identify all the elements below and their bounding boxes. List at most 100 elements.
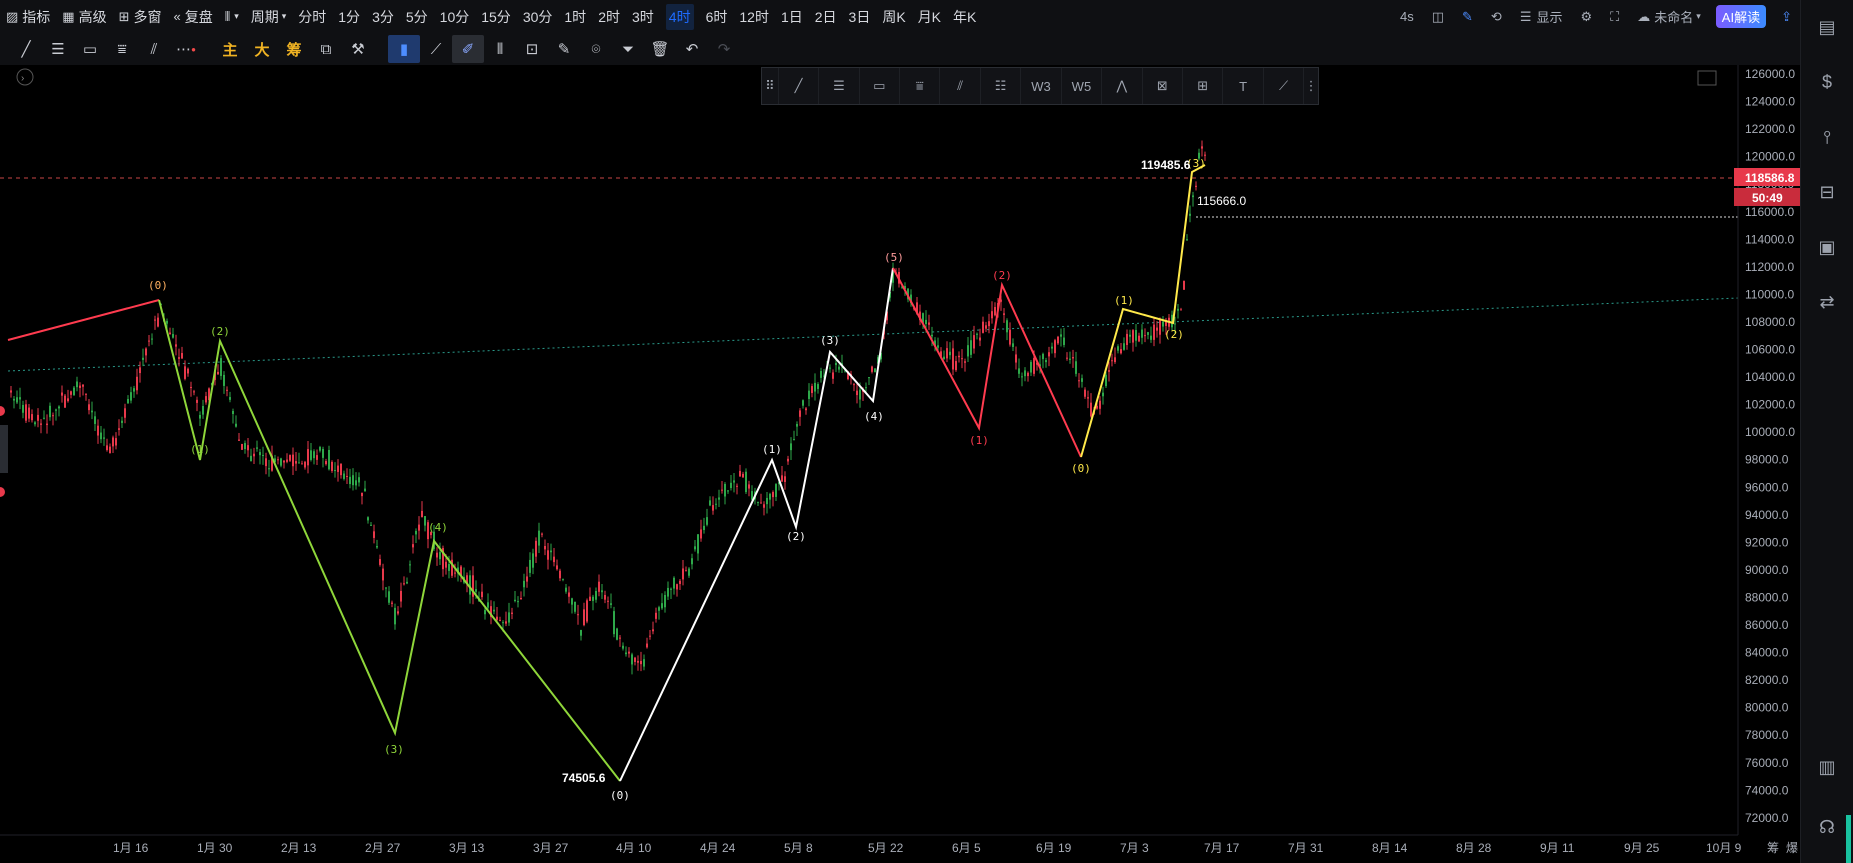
period-12[interactable]: 12时 (733, 0, 775, 33)
period-6[interactable]: 30分 (517, 0, 559, 33)
wave-label[interactable]: (5) (884, 251, 904, 264)
indicators-button[interactable]: ▨ 指标 (0, 0, 56, 33)
undo-icon[interactable]: ↶ (676, 35, 708, 63)
wave-label[interactable]: (2) (992, 269, 1012, 282)
multi-window-button[interactable]: ⊞ 多窗 (113, 0, 168, 33)
monitor-chart-icon[interactable]: ⊟ (1801, 165, 1853, 220)
collapse-toggle-icon[interactable] (16, 68, 34, 86)
redo-icon[interactable]: ↷ (708, 35, 740, 63)
trend-line-teal[interactable] (7, 297, 1739, 372)
transfer-icon[interactable]: ⇄ (1801, 275, 1853, 330)
white-wave-line[interactable] (619, 267, 894, 782)
share-icon[interactable]: ⇪ (1772, 0, 1801, 33)
pen-icon[interactable]: ✎ (1453, 0, 1482, 33)
trash-icon[interactable]: 🗑 (644, 35, 676, 63)
trend-chart-icon[interactable]: ⫯ (1801, 110, 1853, 165)
left-collapse-handle[interactable] (0, 425, 8, 473)
period-18[interactable]: 年K (947, 0, 982, 33)
chip-distribution-icon[interactable]: ⧉ (310, 35, 342, 63)
candle-body (1204, 154, 1206, 156)
green-wave-line[interactable] (158, 299, 621, 782)
dollar-note-icon[interactable]: $ (1801, 55, 1853, 110)
time-axis[interactable]: 1月 16 1月 30 2月 13 2月 27 3月 13 3月 27 4月 10 4月 24… (113, 841, 1742, 855)
price-chart[interactable]: (0) (1) (2) (3) (4) (0) (1) (2) (3) (4) (5) (1) (2) (… (0, 65, 1800, 863)
wave-label[interactable]: (1) (190, 443, 210, 456)
main-force-button[interactable]: 主 (214, 35, 246, 63)
filter-icon[interactable]: ⏷ (612, 35, 644, 63)
period-11[interactable]: 6时 (700, 0, 734, 33)
sync-icon[interactable]: ⟲ (1482, 0, 1511, 33)
period-8[interactable]: 2时 (592, 0, 626, 33)
fullscreen-icon[interactable]: ⛶ (1601, 0, 1628, 33)
period-15[interactable]: 3日 (843, 0, 877, 33)
candle-body (991, 311, 993, 319)
chip-text[interactable]: 筹 (1767, 841, 1779, 855)
wave-label[interactable]: (2) (786, 530, 806, 543)
wave-label[interactable]: (2) (210, 325, 230, 338)
note-edit-icon[interactable]: ✎ (548, 35, 580, 63)
replay-button[interactable]: «复盘 (168, 0, 219, 33)
bookmark-icon[interactable]: ▮ (388, 35, 420, 63)
big-order-button[interactable]: 大 (246, 35, 278, 63)
wallet-icon[interactable]: ▣ (1801, 220, 1853, 275)
period-14[interactable]: 2日 (809, 0, 843, 33)
period-3[interactable]: 5分 (400, 0, 434, 33)
period-16[interactable]: 周K (876, 0, 911, 33)
period-4[interactable]: 10分 (434, 0, 476, 33)
period-0[interactable]: 分时 (292, 0, 332, 33)
channel-tool-icon[interactable]: ⫽ (138, 35, 170, 63)
candle-body (232, 410, 234, 414)
fib-tool-icon[interactable]: ⩸ (106, 35, 138, 63)
settings-gear-icon[interactable]: ⚙ (1571, 0, 1601, 33)
period-1[interactable]: 1分 (332, 0, 366, 33)
wave-label[interactable]: (3) (384, 743, 404, 756)
compare-icon[interactable]: ⫴ (484, 35, 516, 63)
period-17[interactable]: 月K (912, 0, 947, 33)
period-10[interactable]: 4时 (660, 0, 700, 33)
period-13[interactable]: 1日 (775, 0, 809, 33)
period-2[interactable]: 3分 (366, 0, 400, 33)
magnet-icon[interactable]: ⌾ (580, 35, 612, 63)
red-wave-line[interactable] (892, 267, 1082, 458)
period-menu-button[interactable]: 周期 ▾ (245, 0, 293, 33)
chip-button[interactable]: 筹 (278, 35, 310, 63)
advanced-button[interactable]: ▦ 高级 (56, 0, 112, 33)
scroll-indicator[interactable] (1846, 815, 1851, 863)
lock-icon[interactable]: ⊡ (516, 35, 548, 63)
candle-body (1147, 332, 1149, 335)
horizontal-lines-icon[interactable]: ☰ (42, 35, 74, 63)
period-7[interactable]: 1时 (558, 0, 592, 33)
wave-label[interactable]: (0) (610, 789, 630, 802)
more-tools-icon[interactable]: ⋯ ● (170, 35, 202, 63)
wave-label[interactable]: (4) (428, 521, 448, 534)
period-5[interactable]: 15分 (475, 0, 517, 33)
candle-body (121, 420, 123, 423)
wave-label[interactable]: (1) (1114, 294, 1134, 307)
wave-label[interactable]: (3) (820, 334, 840, 347)
burst-text[interactable]: 爆 (1786, 841, 1798, 855)
layout-name-button[interactable]: ☁ 未命名 ▾ (1628, 0, 1710, 33)
chart-type-button[interactable]: ⫴ ▾ (219, 0, 245, 33)
display-button[interactable]: ☰ 显示 (1511, 0, 1572, 33)
wave-label[interactable]: (2) (1164, 328, 1184, 341)
maximize-icon[interactable] (1697, 70, 1717, 86)
edit-settings-icon[interactable]: ⚒ (342, 35, 374, 63)
ruler-icon[interactable]: ⟋ (420, 35, 452, 63)
period-9[interactable]: 3时 (626, 0, 660, 33)
wave-label[interactable]: (1) (969, 434, 989, 447)
wave-label[interactable]: (0) (148, 279, 168, 292)
line-tool-icon[interactable]: ╱ (10, 35, 42, 63)
wave-label[interactable]: (1) (762, 443, 782, 456)
price-tick-label: 126000.0 (1745, 67, 1795, 81)
document-icon[interactable]: ▤ (1801, 0, 1853, 55)
rectangle-tool-icon[interactable]: ▭ (74, 35, 106, 63)
layout-panel-icon[interactable]: ▥ (1801, 740, 1853, 795)
camera-icon[interactable]: ◫ (1423, 0, 1453, 33)
wave-label[interactable]: (0) (1071, 462, 1091, 475)
red-lead-line[interactable] (7, 299, 160, 341)
draw-pen-icon[interactable]: ✐ (452, 35, 484, 63)
ai-interpret-button[interactable]: AI解读 (1715, 5, 1767, 28)
candle-body (871, 366, 873, 372)
wave-label[interactable]: (4) (864, 410, 884, 423)
candle-body (748, 484, 750, 489)
